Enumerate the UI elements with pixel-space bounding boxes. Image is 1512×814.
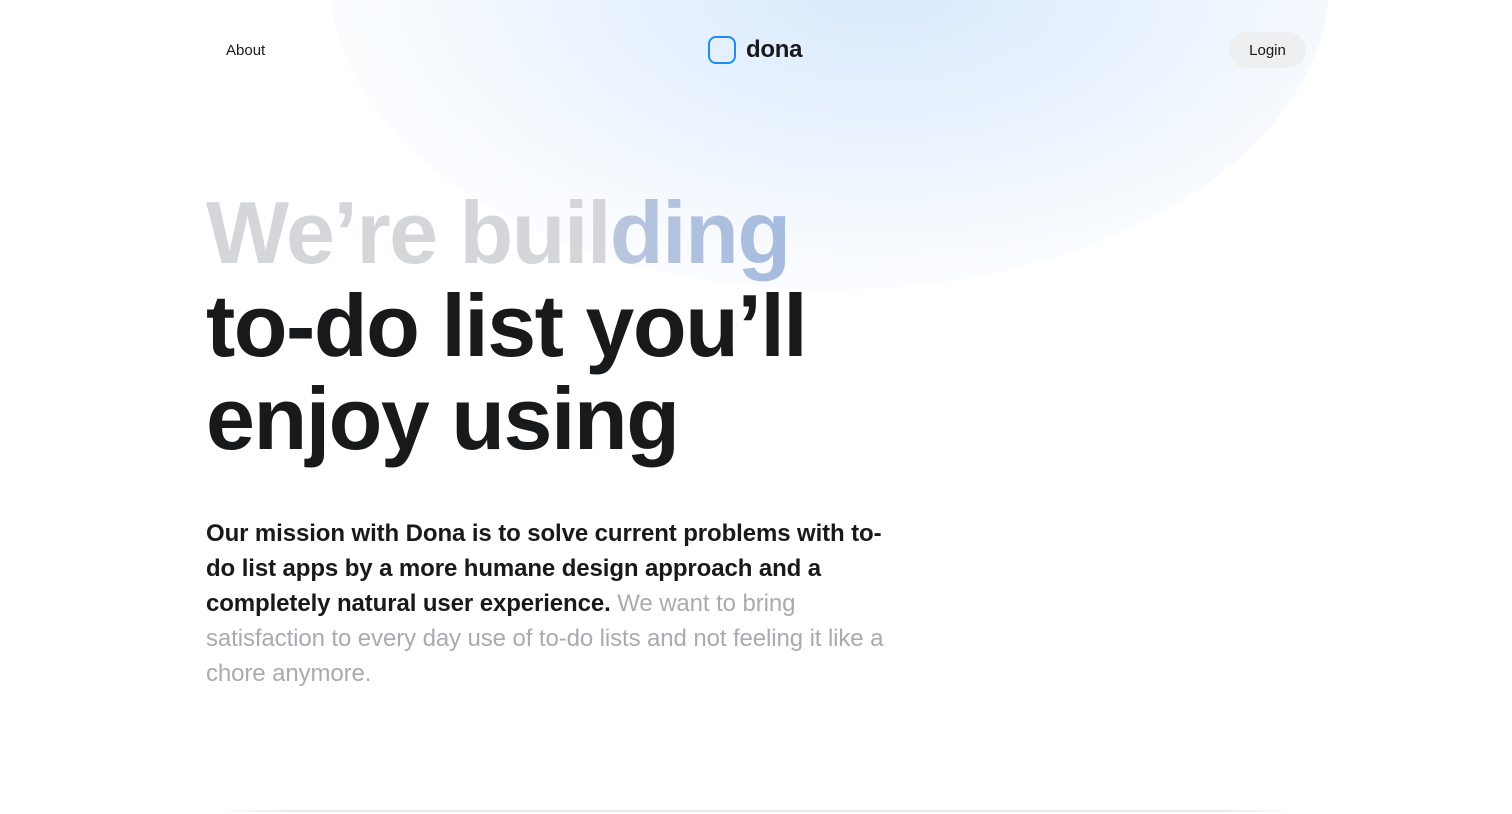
hero-section: We’re building to-do list you’ll enjoy u… xyxy=(206,186,1106,465)
brand-name: dona xyxy=(746,36,803,63)
headline-accent-text: ding xyxy=(609,183,791,282)
login-button[interactable]: Login xyxy=(1229,32,1306,68)
top-navigation: About dona Login xyxy=(0,0,1512,100)
headline-line-3: enjoy using xyxy=(206,369,680,468)
brand-logo[interactable]: dona xyxy=(708,34,802,66)
headline-muted-text: We’re buil xyxy=(206,183,611,282)
hero-headline: We’re building to-do list you’ll enjoy u… xyxy=(206,186,1106,465)
landing-page: About dona Login We’re building to-do li… xyxy=(0,0,1512,814)
headline-line-2: to-do list you’ll xyxy=(206,276,808,375)
headline-line-1: We’re building xyxy=(206,186,1106,279)
nav-link-about[interactable]: About xyxy=(214,32,277,68)
section-divider xyxy=(214,810,1298,812)
rounded-square-icon xyxy=(708,36,736,64)
mission-statement: Our mission with Dona is to solve curren… xyxy=(206,516,886,691)
